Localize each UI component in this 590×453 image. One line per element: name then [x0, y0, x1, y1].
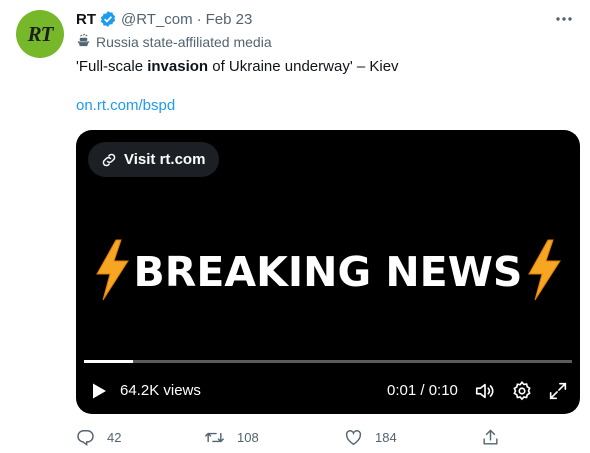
reply-count: 42	[107, 429, 122, 445]
fullscreen-icon[interactable]	[547, 380, 569, 407]
separator-dot: ·	[196, 10, 202, 28]
video-progress-fill	[84, 360, 133, 363]
breaking-news-banner: BREAKING NEWS	[76, 239, 580, 302]
retweet-button[interactable]: 108	[204, 425, 259, 449]
reply-icon	[77, 429, 94, 446]
state-media-label[interactable]: Russia state-affiliated media	[76, 33, 272, 51]
author-name[interactable]: RT	[76, 11, 96, 28]
tweet-text-part-2: of Ukraine underway' – Kiev	[208, 58, 399, 75]
visit-site-button[interactable]: Visit rt.com	[88, 142, 220, 177]
avatar[interactable]: RT	[16, 10, 64, 58]
settings-icon[interactable]	[511, 380, 533, 407]
tweet-text: 'Full-scale invasion of Ukraine underway…	[76, 58, 399, 75]
state-media-icon	[76, 33, 96, 51]
video-player[interactable]: Visit rt.com BREAKING NEWS 64.2K views 0…	[76, 130, 580, 414]
like-count: 184	[375, 429, 397, 445]
play-icon[interactable]	[90, 382, 108, 405]
tweet-text-bold: invasion	[147, 58, 209, 75]
like-button[interactable]: 184	[344, 425, 397, 449]
retweet-icon	[205, 432, 224, 442]
tweet-header: RT @RT_com · Feb 23	[76, 9, 574, 29]
reply-button[interactable]: 42	[76, 425, 121, 449]
author-handle[interactable]: @RT_com	[121, 11, 193, 28]
share-icon	[483, 429, 498, 445]
lightning-icon	[94, 239, 130, 306]
retweet-count: 108	[237, 429, 259, 445]
avatar-text: RT	[27, 21, 54, 46]
tweet-date[interactable]: Feb 23	[206, 11, 253, 28]
lightning-icon	[526, 239, 562, 306]
state-media-text: Russia state-affiliated media	[96, 34, 272, 50]
video-time: 0:01 / 0:10	[387, 382, 458, 399]
volume-icon[interactable]	[474, 380, 496, 407]
breaking-news-headline: BREAKING NEWS	[133, 248, 523, 296]
share-button[interactable]	[481, 425, 512, 449]
tweet-actions: 42 108 184	[76, 425, 506, 449]
video-progress-bar[interactable]	[84, 360, 572, 363]
verified-badge-icon	[99, 10, 117, 28]
view-count: 64.2K views	[120, 382, 201, 399]
tweet-text-part-1: 'Full-scale	[76, 58, 148, 75]
more-icon[interactable]	[554, 9, 574, 29]
tweet-link[interactable]: on.rt.com/bspd	[76, 97, 175, 114]
video-controls: 64.2K views 0:01 / 0:10	[76, 376, 580, 406]
visit-site-label: Visit rt.com	[124, 151, 206, 168]
like-icon	[345, 429, 362, 445]
link-icon	[102, 153, 116, 166]
